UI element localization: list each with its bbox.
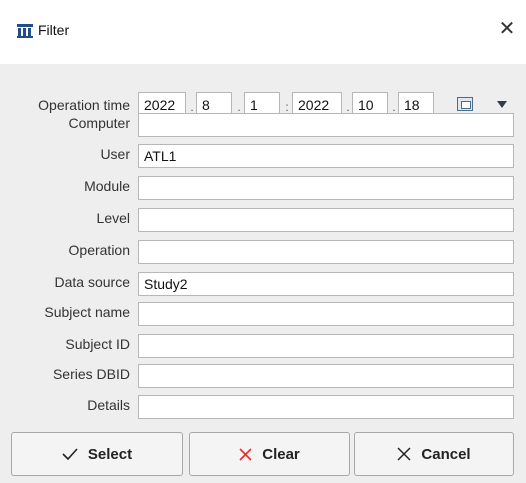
subject-id-field[interactable]: [138, 334, 514, 358]
module-label: Module: [84, 178, 130, 194]
subject-id-label: Subject ID: [65, 336, 130, 352]
window-title: Filter: [38, 22, 70, 38]
details-label: Details: [87, 397, 130, 413]
operation-label: Operation: [68, 242, 130, 258]
range-separator: :: [285, 100, 289, 114]
clear-button-label: Clear: [262, 445, 300, 463]
select-button[interactable]: Select: [11, 432, 183, 476]
dropdown-arrow-icon[interactable]: [497, 101, 507, 108]
filter-app-icon: [17, 24, 33, 38]
operation-time-label: Operation time: [38, 97, 130, 113]
subject-name-field[interactable]: [138, 302, 514, 326]
data-source-field[interactable]: [138, 272, 514, 296]
checkmark-icon: [62, 448, 78, 460]
date-separator: .: [346, 100, 350, 114]
level-field[interactable]: [138, 208, 514, 232]
date-separator: .: [190, 100, 194, 114]
subject-name-label: Subject name: [44, 304, 130, 320]
x-icon: [397, 447, 411, 461]
close-icon[interactable]: ✕: [496, 18, 518, 40]
cancel-button[interactable]: Cancel: [354, 432, 514, 476]
module-field[interactable]: [138, 176, 514, 200]
red-x-icon: [239, 447, 252, 461]
select-button-label: Select: [87, 445, 133, 463]
level-label: Level: [96, 210, 130, 226]
series-dbid-field[interactable]: [138, 364, 514, 388]
operation-field[interactable]: [138, 240, 514, 264]
title-bar: Filter ✕: [0, 0, 526, 64]
calendar-icon[interactable]: [457, 97, 473, 111]
computer-label: Computer: [68, 115, 130, 131]
user-label: User: [100, 146, 130, 162]
cancel-button-label: Cancel: [421, 445, 471, 463]
data-source-label: Data source: [54, 274, 130, 290]
user-field[interactable]: [138, 144, 514, 168]
clear-button[interactable]: Clear: [189, 432, 350, 476]
series-dbid-label: Series DBID: [52, 366, 130, 382]
date-separator: .: [392, 100, 396, 114]
computer-field[interactable]: [138, 113, 514, 137]
date-separator: .: [237, 100, 241, 114]
details-field[interactable]: [138, 395, 514, 419]
